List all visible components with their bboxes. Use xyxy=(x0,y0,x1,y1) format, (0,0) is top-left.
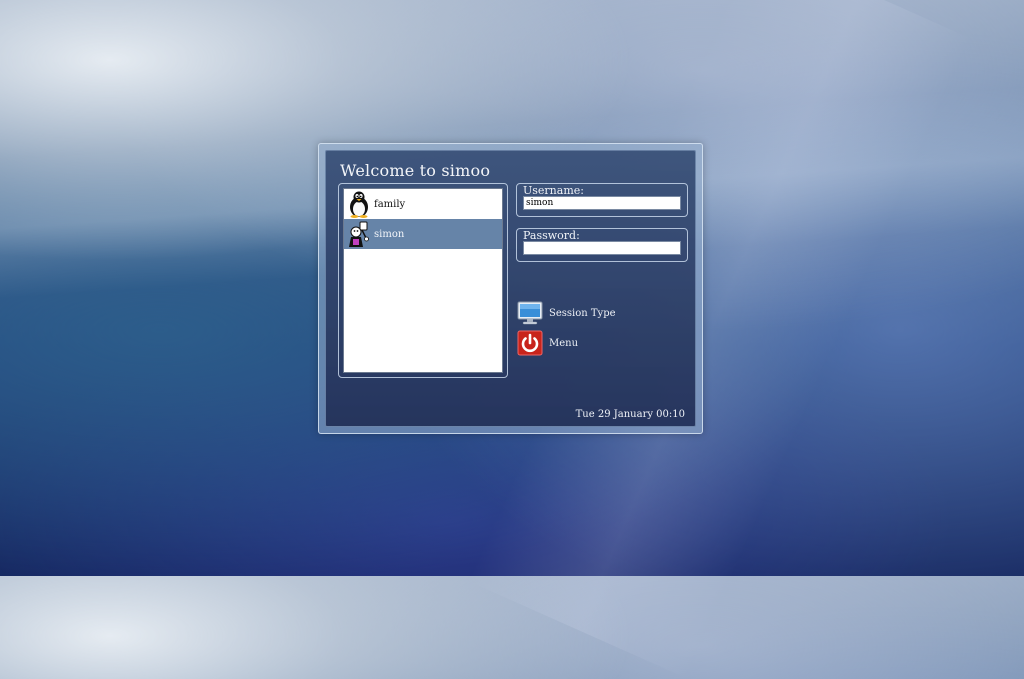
password-group: Password: xyxy=(516,228,688,262)
login-dialog: Welcome to simoo family simon Username: … xyxy=(325,150,696,427)
monitor-icon xyxy=(517,301,543,325)
cartoon-character-icon xyxy=(349,221,369,247)
menu-button[interactable]: Menu xyxy=(517,330,578,356)
user-list[interactable]: family simon xyxy=(343,188,503,373)
login-dialog-frame: Welcome to simoo family simon Username: … xyxy=(318,143,703,434)
user-name: family xyxy=(374,198,406,210)
menu-label: Menu xyxy=(549,337,579,349)
session-type-button[interactable]: Session Type xyxy=(517,300,616,326)
welcome-title: Welcome to simoo xyxy=(340,161,491,180)
user-list-item-simon[interactable]: simon xyxy=(344,219,502,249)
username-group: Username: xyxy=(516,183,688,217)
date-time: Tue 29 January 00:10 xyxy=(575,409,685,420)
username-input[interactable] xyxy=(523,196,681,210)
user-list-frame: family simon xyxy=(338,183,508,378)
tux-penguin-icon xyxy=(350,191,368,218)
password-input[interactable] xyxy=(523,241,681,255)
user-list-item-family[interactable]: family xyxy=(344,189,502,219)
user-name: simon xyxy=(374,228,405,240)
power-icon xyxy=(517,330,543,356)
session-type-label: Session Type xyxy=(549,307,616,319)
